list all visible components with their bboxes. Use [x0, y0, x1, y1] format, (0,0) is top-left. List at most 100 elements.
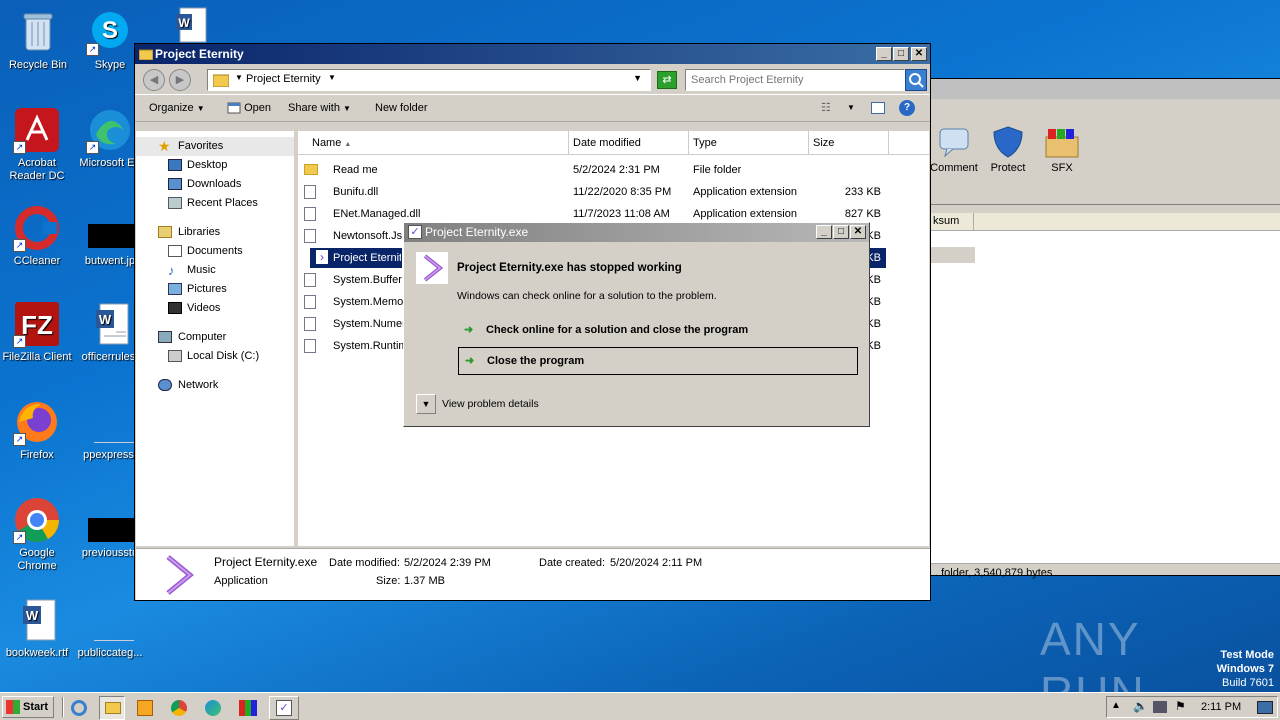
column-header-name[interactable]: Name ▲: [312, 131, 351, 157]
nav-downloads[interactable]: Downloads: [136, 175, 294, 194]
maximize-button[interactable]: □: [893, 47, 909, 61]
show-desktop-icon[interactable]: [1257, 701, 1273, 714]
flag-tray-icon[interactable]: ⚑: [1175, 699, 1186, 713]
toolbar-label: Comment: [930, 162, 978, 174]
dialog-minimize-button[interactable]: _: [816, 225, 832, 239]
nav-documents[interactable]: Documents: [136, 242, 294, 261]
nav-label: Pictures: [187, 283, 227, 295]
explorer-titlebar[interactable]: Project Eternity _ □ ✕: [135, 44, 930, 64]
desktop-icon-ccleaner[interactable]: ↗ CCleaner: [0, 204, 75, 268]
column-header-checksum[interactable]: ksum: [933, 215, 959, 227]
file-name: Bunifu.dll: [333, 186, 379, 198]
toolbar-sfx-button[interactable]: SFX: [1037, 125, 1087, 174]
open-icon: [227, 102, 241, 114]
address-separator-icon[interactable]: ▼: [235, 73, 243, 82]
desktop-word-doc-top[interactable]: W: [150, 4, 226, 47]
minimize-button[interactable]: _: [876, 47, 892, 61]
back-button[interactable]: ◀: [143, 69, 165, 91]
start-button[interactable]: Start: [2, 696, 54, 718]
nav-desktop[interactable]: Desktop: [136, 156, 294, 175]
chevron-down-icon: ▼: [416, 394, 436, 414]
shortcut-arrow-icon: ↗: [86, 43, 99, 56]
organize-button[interactable]: Organize ▼: [149, 95, 205, 122]
taskbar-media-button[interactable]: [133, 696, 159, 720]
help-icon[interactable]: ?: [899, 100, 915, 116]
toolbar-protect-button[interactable]: Protect: [983, 125, 1033, 174]
option-label: Check online for a solution and close th…: [486, 324, 749, 336]
network-tray-icon[interactable]: [1153, 701, 1167, 713]
view-dropdown-icon[interactable]: ▼: [847, 95, 855, 121]
navigation-pane: ★ Favorites Desktop Downloads Recent Pla…: [136, 131, 296, 546]
taskbar-ie-button[interactable]: [67, 696, 93, 720]
dialog-close-button[interactable]: ✕: [850, 225, 866, 239]
forward-button[interactable]: ▶: [169, 69, 191, 91]
column-header-type[interactable]: Type: [693, 131, 717, 155]
close-button[interactable]: ✕: [911, 47, 927, 61]
close-program-option[interactable]: ➜ Close the program: [458, 347, 858, 375]
refresh-button[interactable]: ⇄: [657, 71, 677, 89]
check-online-option[interactable]: ➜ Check online for a solution and close …: [458, 319, 858, 341]
desktop-icon-filezilla[interactable]: FZ ↗ FileZilla Client: [0, 300, 75, 364]
file-row[interactable]: Read me 5/2/2024 2:31 PM File folder: [298, 159, 929, 181]
address-dropdown-icon[interactable]: ▼: [633, 73, 642, 83]
taskbar-explorer-button[interactable]: [99, 696, 125, 720]
nav-local-disk[interactable]: Local Disk (C:): [136, 347, 294, 366]
taskbar-crash-app-button[interactable]: ✓: [269, 696, 299, 720]
taskbar-chrome-button[interactable]: [167, 696, 193, 720]
clock[interactable]: 2:11 PM: [1201, 701, 1241, 713]
nav-videos[interactable]: Videos: [136, 299, 294, 318]
desktop-icon-bookweek[interactable]: W bookweek.rtf: [0, 596, 75, 660]
share-with-button[interactable]: Share with ▼: [288, 95, 351, 122]
dialog-maximize-button[interactable]: □: [833, 225, 849, 239]
image-file-icon: [86, 496, 134, 544]
volume-icon[interactable]: 🔈: [1133, 699, 1148, 713]
details-pane: Project Eternity.exe Application Date mo…: [136, 548, 930, 600]
shortcut-arrow-icon: ↗: [13, 433, 26, 446]
search-input[interactable]: [691, 71, 887, 89]
desktop-icon-recycle-bin[interactable]: Recycle Bin: [0, 8, 76, 72]
nav-computer[interactable]: Computer: [136, 328, 294, 347]
preview-pane-icon[interactable]: [871, 102, 885, 114]
desktop-icon-label: bookweek.rtf: [5, 647, 69, 659]
file-row[interactable]: Bunifu.dll 11/22/2020 8:35 PM Application …: [298, 181, 929, 203]
nav-libraries[interactable]: Libraries: [136, 223, 294, 242]
desktop-icon-chrome[interactable]: ↗ Google Chrome: [0, 496, 75, 573]
desktop-icon: [168, 159, 182, 171]
address-crumb-arrow-icon[interactable]: ▼: [328, 73, 336, 82]
bg-window-toolbar: Comment Protect SFX: [921, 99, 1280, 205]
dialog-titlebar[interactable]: ✓ Project Eternity.exe _ □ ✕: [404, 223, 869, 242]
column-header-date[interactable]: Date modified: [573, 131, 641, 155]
nav-label: Network: [178, 379, 219, 391]
nav-pictures[interactable]: Pictures: [136, 280, 294, 299]
dll-file-icon: [304, 207, 316, 221]
taskbar-edge-button[interactable]: [201, 696, 227, 720]
open-button[interactable]: Open: [227, 95, 271, 121]
sfx-icon: [1045, 129, 1079, 158]
crash-dialog[interactable]: ✓ Project Eternity.exe _ □ ✕ Project Ete…: [403, 222, 870, 427]
background-archiver-window[interactable]: Comment Protect SFX ksum . folder, 3,540…: [920, 78, 1280, 579]
chrome-icon: [171, 700, 187, 716]
details-file-name: Project Eternity.exe: [214, 555, 318, 569]
address-bar[interactable]: ▼ Project Eternity ▼ ▼: [207, 69, 651, 91]
toolbar-comment-button[interactable]: Comment: [929, 125, 979, 174]
taskbar-winrar-button[interactable]: [235, 696, 261, 720]
desktop-icon-acrobat[interactable]: ↗ Acrobat Reader DC: [0, 106, 75, 183]
view-options-icon[interactable]: ☷: [821, 95, 831, 121]
new-folder-button[interactable]: New folder: [375, 95, 428, 121]
tray-expand-icon[interactable]: ▲: [1111, 700, 1121, 711]
firefox-icon: ↗: [13, 398, 61, 446]
column-header-size[interactable]: Size: [813, 131, 834, 155]
desktop-icon-firefox[interactable]: ↗ Firefox: [0, 398, 75, 462]
documents-icon: [168, 245, 182, 257]
music-icon: ♪: [168, 263, 175, 278]
blank-file-icon: [86, 596, 134, 644]
desktop-icon-publiccateg[interactable]: publiccateg...: [72, 596, 148, 660]
comment-icon: [939, 128, 969, 158]
nav-favorites[interactable]: ★ Favorites: [136, 137, 294, 156]
search-box[interactable]: [685, 69, 905, 91]
nav-network[interactable]: Network: [136, 376, 294, 395]
search-button[interactable]: [905, 69, 927, 91]
nav-recent-places[interactable]: Recent Places: [136, 194, 294, 213]
nav-music[interactable]: ♪ Music: [136, 261, 294, 280]
svg-text:W: W: [178, 16, 190, 30]
